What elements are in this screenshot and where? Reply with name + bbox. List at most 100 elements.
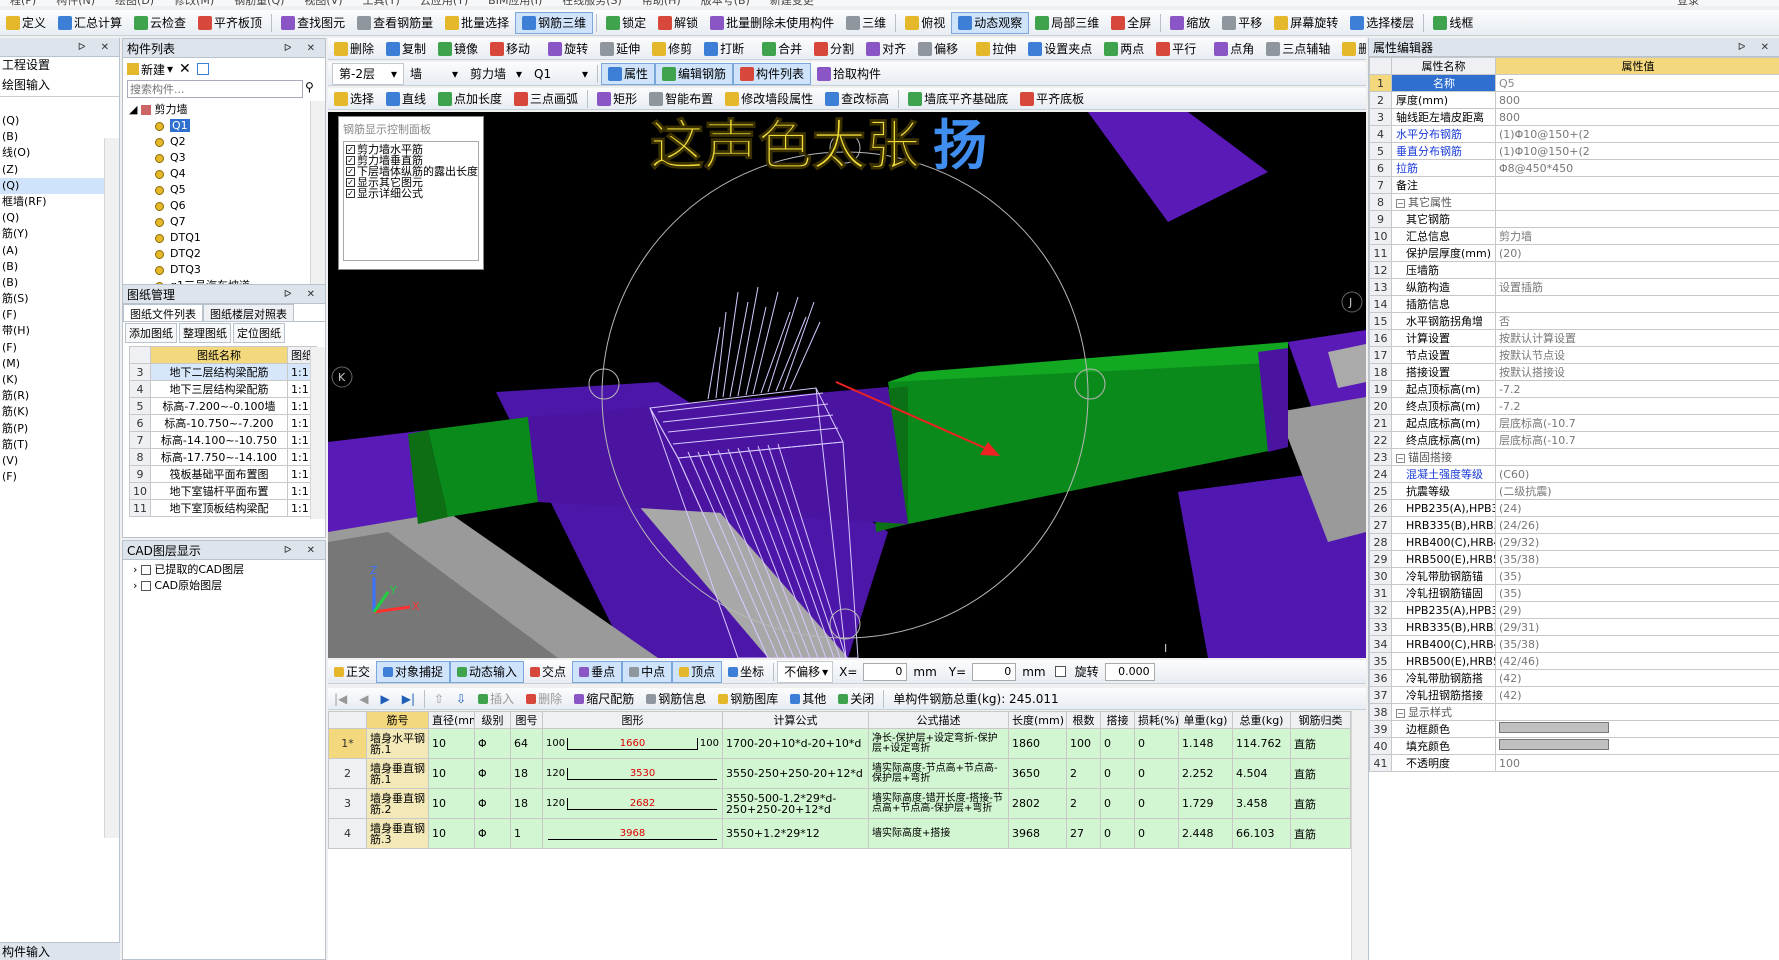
edit-toolbar-button-11[interactable]: 偏移 xyxy=(912,38,964,59)
rebar-col-header[interactable]: 级别 xyxy=(474,711,511,729)
rebar-count[interactable]: 2 xyxy=(1066,758,1101,789)
property-row[interactable]: 17 节点设置 按默认节点设 xyxy=(1369,346,1779,364)
property-row[interactable]: 26 HPB235(A),HPB3 (24) xyxy=(1369,499,1779,517)
left-nav-item-2[interactable]: (Q) xyxy=(0,113,119,129)
component-item-Q1[interactable]: Q1 xyxy=(129,118,325,134)
edit-toolbar-button-16[interactable]: 点角 xyxy=(1208,38,1260,59)
search-icon[interactable]: ⚲ xyxy=(305,80,314,98)
property-row[interactable]: 40 填充颜色 xyxy=(1369,737,1779,755)
rebar-desc[interactable]: 墙实际高度+搭接 xyxy=(868,818,1009,849)
property-row[interactable]: 2 厚度(mm) 800 xyxy=(1369,91,1779,109)
property-row[interactable]: 15 水平钢筋拐角增否 xyxy=(1369,312,1779,330)
property-value[interactable] xyxy=(1495,737,1779,755)
drawing-row[interactable]: 9 筏板基础平面布置图 1:1 xyxy=(129,465,317,483)
left-nav-item-9[interactable]: 筋(Y) xyxy=(0,226,119,242)
draw-toolbar-button-8[interactable]: 墙底平齐基础底 xyxy=(902,88,1014,109)
property-row[interactable]: 27 HRB335(B),HRB3 (24/26) xyxy=(1369,516,1779,534)
rebar-type[interactable]: 直筋 xyxy=(1290,818,1351,849)
draw-toolbar-button-4[interactable]: 矩形 xyxy=(591,88,643,109)
draw-toolbar-button-9[interactable]: 平齐底板 xyxy=(1014,88,1090,109)
menu-item-1[interactable]: 构件(N) xyxy=(56,0,95,6)
property-value[interactable]: 层底标高(-10.7 xyxy=(1495,414,1779,432)
component-item-DTQ2[interactable]: DTQ2 xyxy=(129,246,325,262)
edit-toolbar-button-3[interactable]: 移动 xyxy=(484,38,536,59)
left-nav-item-20[interactable]: 筋(K) xyxy=(0,404,119,420)
rebar-col-header[interactable]: 根数 xyxy=(1066,711,1101,729)
component-item-Q7[interactable]: Q7 xyxy=(129,214,325,230)
snap-button-3[interactable]: 交点 xyxy=(524,661,572,683)
snap-button-7[interactable]: 坐标 xyxy=(722,661,770,683)
left-nav-item-8[interactable]: (Q) xyxy=(0,210,119,226)
left-nav-item-6[interactable]: (Q) xyxy=(0,177,119,194)
property-row[interactable]: 7 备注 xyxy=(1369,176,1779,194)
edit-toolbar-button-9[interactable]: 分割 xyxy=(808,38,860,59)
main-toolbar-button-2[interactable]: 云检查 xyxy=(128,12,192,34)
property-value[interactable]: (35) xyxy=(1495,584,1779,602)
property-value[interactable]: (29/31) xyxy=(1495,618,1779,636)
property-row[interactable]: 12 压墙筋 xyxy=(1369,261,1779,279)
rebar-shape[interactable]: 3968 xyxy=(542,818,723,849)
left-nav-item-17[interactable]: (M) xyxy=(0,356,119,372)
y-input[interactable]: 0 xyxy=(972,662,1017,681)
drawing-row[interactable]: 5 标高-7.200~-0.100墙 1:1 xyxy=(129,397,317,415)
property-value[interactable]: Φ8@450*450 xyxy=(1495,159,1779,177)
drawing-row[interactable]: 7 标高-14.100~-10.750 1:1 xyxy=(129,431,317,449)
property-row[interactable]: 8− 其它属性 xyxy=(1369,193,1779,211)
x-input[interactable]: 0 xyxy=(863,662,908,681)
rebar-unit[interactable]: 1.729 xyxy=(1178,788,1233,819)
property-value[interactable]: (24/26) xyxy=(1495,516,1779,534)
rebar-len[interactable]: 1860 xyxy=(1008,728,1067,759)
property-row[interactable]: 6 拉筋 Φ8@450*450 xyxy=(1369,159,1779,177)
drawing-row[interactable]: 8 标高-17.750~-14.100 1:1 xyxy=(129,448,317,466)
up-icon[interactable]: ⇧ xyxy=(428,688,450,709)
main-toolbar-button-14[interactable]: 局部三维 xyxy=(1029,12,1105,34)
rebar-total[interactable]: 3.458 xyxy=(1232,788,1291,819)
edit-toolbar-button-5[interactable]: 延伸 xyxy=(594,38,646,59)
property-row[interactable]: 13 纵筋构造 设置插筋 xyxy=(1369,278,1779,296)
property-value[interactable]: -7.2 xyxy=(1495,380,1779,398)
rebar-row[interactable]: 3 墙身垂直钢筋.2 10 Φ 18 120 2682 3550-500-1.2*29*d-2… xyxy=(328,788,1363,819)
left-nav-item-16[interactable]: (F) xyxy=(0,340,119,356)
rotate-checkbox[interactable] xyxy=(1054,666,1066,677)
property-row[interactable]: 25 抗震等级 (二级抗震) xyxy=(1369,482,1779,500)
rebar-col-header[interactable]: 单重(kg) xyxy=(1178,711,1233,729)
rebar-tool-button-0[interactable]: 插入 xyxy=(472,688,520,709)
rebar-lap[interactable]: 0 xyxy=(1100,818,1135,849)
drawing-tab-1[interactable]: 图纸楼层对照表 xyxy=(203,304,294,321)
property-row[interactable]: 5 垂直分布钢筋 (1)Φ10@150+(2 xyxy=(1369,142,1779,160)
main-toolbar-button-20[interactable]: 线框 xyxy=(1427,12,1479,34)
component-item-Q5[interactable]: Q5 xyxy=(129,182,325,198)
collapse-icon[interactable]: − xyxy=(1396,454,1405,463)
left-nav-item-15[interactable]: 带(H) xyxy=(0,323,119,339)
rebar-tool-button-3[interactable]: 钢筋信息 xyxy=(640,688,712,709)
down-icon[interactable]: ⇩ xyxy=(450,688,472,709)
left-nav-item-21[interactable]: 筋(P) xyxy=(0,421,119,437)
rebar-loss[interactable]: 0 xyxy=(1134,788,1179,819)
component-select[interactable]: Q1 ▾ xyxy=(528,63,594,85)
copy-icon[interactable] xyxy=(196,63,209,75)
property-row[interactable]: 30 冷轧带肋钢筋锚 (35) xyxy=(1369,567,1779,585)
cad-layer-0[interactable]: › 已提取的CAD图层 xyxy=(133,562,325,578)
rebar-col-header[interactable]: 图形 xyxy=(542,711,723,729)
layer-toolbar-button-3[interactable]: 拾取构件 xyxy=(811,63,887,85)
rebar-tool-button-6[interactable]: 关闭 xyxy=(832,688,880,709)
property-row[interactable]: 33 HRB335(B),HRB3 (29/31) xyxy=(1369,618,1779,636)
main-toolbar-button-3[interactable]: 平齐板顶 xyxy=(192,12,268,34)
edit-toolbar-button-1[interactable]: 复制 xyxy=(380,38,432,59)
property-value[interactable]: 按默认搭接设 xyxy=(1495,363,1779,381)
main-toolbar-button-15[interactable]: 全屏 xyxy=(1105,12,1157,34)
property-value[interactable]: (42/46) xyxy=(1495,652,1779,670)
edit-toolbar-button-17[interactable]: 三点辅轴 xyxy=(1260,38,1336,59)
menu-item-0[interactable]: 程(P) xyxy=(10,0,36,6)
rebar-tool-button-1[interactable]: 删除 xyxy=(520,688,568,709)
rebar-fig[interactable]: 1 xyxy=(510,818,543,849)
rebar-name[interactable]: 墙身垂直钢筋.1 xyxy=(366,758,429,789)
main-toolbar-button-19[interactable]: 选择楼层 xyxy=(1344,12,1420,34)
rebar-type[interactable]: 直筋 xyxy=(1290,728,1351,759)
rebar-col-header[interactable]: 公式描述 xyxy=(868,711,1009,729)
left-nav-item-5[interactable]: (Z) xyxy=(0,162,119,178)
menu-item-11[interactable]: 版本号(B) xyxy=(701,0,750,6)
main-toolbar-button-1[interactable]: 汇总计算 xyxy=(52,12,128,34)
drawing-row[interactable]: 10 地下室锚杆平面布置 1:1 xyxy=(129,482,317,500)
menu-item-12[interactable]: 新建变更 xyxy=(770,0,814,6)
